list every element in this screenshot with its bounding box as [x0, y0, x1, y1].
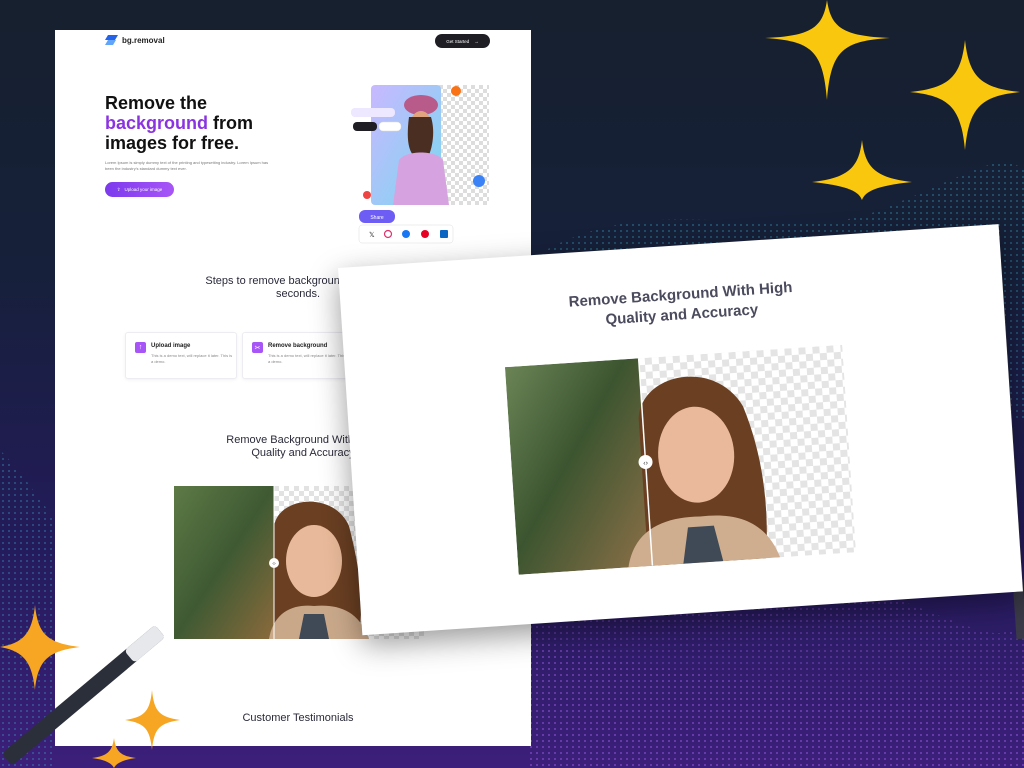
step-card-upload: ↑ Upload image This is a demo text, will… [125, 332, 237, 379]
zoomed-quality-title: Remove Background With High Quality and … [568, 278, 793, 329]
get-started-button[interactable]: Get Started → [435, 34, 490, 48]
arrow-right-icon: → [474, 38, 479, 44]
svg-text:‹›: ‹› [272, 561, 276, 567]
star-icon [812, 140, 912, 200]
hero-title: Remove the background from images for fr… [105, 93, 254, 153]
step-card-remove: ✂ Remove background This is a demo text,… [242, 332, 354, 379]
svg-text:Share: Share [370, 215, 384, 221]
brand-logo[interactable]: bg.removal [105, 35, 165, 45]
hero-mockup-image: Share 𝕏 [351, 85, 489, 244]
upload-icon: ⇪ [116, 186, 121, 192]
star-icon [910, 40, 1020, 150]
magic-wand-icon [3, 626, 164, 765]
zoomed-before-after-comparison: ‹› [504, 344, 856, 575]
testimonials-title: Customer Testimonials [242, 712, 354, 724]
upload-icon: ↑ [135, 342, 146, 353]
brand-name: bg.removal [122, 35, 165, 45]
navbar: bg.removal Get Started → [55, 30, 531, 54]
hero-description: Lorem Ipsum is simply dummy text of the … [105, 160, 269, 171]
svg-text:𝕏: 𝕏 [369, 231, 375, 239]
logo-icon [105, 35, 118, 45]
star-icon [765, 0, 890, 100]
zoomed-quality-section: Remove Background With High Quality and … [338, 224, 1023, 636]
upload-image-button[interactable]: ⇪ Upload your image [105, 182, 174, 197]
scissors-icon: ✂ [252, 342, 263, 353]
